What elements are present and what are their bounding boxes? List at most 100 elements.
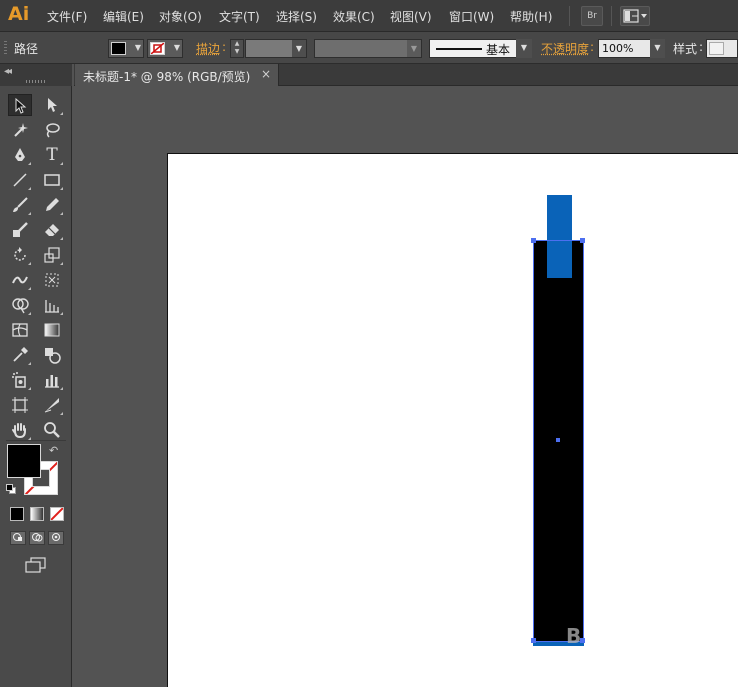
brush-definition-dropdown[interactable]: 基本 ▼	[429, 39, 532, 58]
symbol-sprayer-tool[interactable]	[8, 369, 32, 391]
menu-edit[interactable]: 编辑(E)	[103, 8, 144, 25]
blend-tool[interactable]	[40, 344, 64, 366]
none-mode-button[interactable]	[50, 507, 64, 521]
menu-type[interactable]: 文字(T)	[219, 8, 260, 25]
opacity-field[interactable]: 100% ▼	[598, 39, 665, 58]
none-slash-icon	[51, 508, 63, 520]
column-graph-tool[interactable]	[40, 369, 64, 391]
collapse-icon[interactable]: ◂◂	[4, 66, 12, 77]
selection-tool[interactable]	[8, 94, 32, 116]
anchor-point-top-right[interactable]	[580, 238, 585, 243]
perspective-grid-tool[interactable]	[40, 294, 64, 316]
artboard[interactable]	[167, 153, 738, 687]
style-label: 样式	[673, 42, 698, 56]
slice-icon	[44, 398, 59, 413]
menu-separator	[611, 6, 612, 26]
fill-swatch	[111, 42, 126, 55]
zoom-tool[interactable]	[40, 419, 64, 441]
bridge-button[interactable]: Br	[581, 6, 603, 26]
menu-file[interactable]: 文件(F)	[47, 8, 87, 25]
chevron-down-icon: ▼	[407, 40, 421, 57]
symbol-sprayer-icon	[12, 372, 26, 388]
fill-color-dropdown[interactable]: ▼	[108, 39, 144, 58]
eyedropper-tool[interactable]	[8, 344, 32, 366]
slice-tool[interactable]	[40, 394, 64, 416]
color-mode-button[interactable]	[10, 507, 24, 521]
eraser-tool[interactable]	[40, 219, 64, 241]
fill-color-box[interactable]	[7, 444, 41, 478]
eraser-icon	[45, 224, 59, 236]
blend-icon	[45, 348, 61, 364]
paintbrush-tool[interactable]	[8, 194, 32, 216]
menu-effect[interactable]: 效果(C)	[333, 8, 375, 25]
pen-tool[interactable]	[8, 144, 32, 166]
stroke-color-dropdown[interactable]: ▼	[147, 39, 183, 58]
opacity-dropdown-arrow[interactable]: ▼	[650, 39, 665, 58]
draw-behind-button[interactable]	[29, 531, 45, 545]
stroke-colon: :	[222, 40, 227, 54]
line-segment-tool[interactable]	[8, 169, 32, 191]
stroke-panel-link[interactable]: 描边	[196, 40, 220, 57]
opacity-value: 100%	[602, 42, 634, 55]
tools-panel-header[interactable]: ◂◂	[0, 64, 72, 86]
menu-help[interactable]: 帮助(H)	[510, 8, 552, 25]
hand-tool[interactable]	[8, 419, 32, 441]
scale-tool[interactable]	[40, 244, 64, 266]
chevron-down-icon: ▼	[173, 43, 180, 52]
magic-wand-tool[interactable]	[8, 119, 32, 141]
shape-builder-tool[interactable]	[8, 294, 32, 316]
default-fill-stroke-icon[interactable]	[6, 484, 16, 494]
artboard-tool[interactable]	[8, 394, 32, 416]
opacity-panel-link[interactable]: 不透明度	[541, 40, 589, 57]
column-graph-icon	[45, 375, 59, 388]
lasso-tool[interactable]	[40, 119, 64, 141]
variable-width-profile-dropdown[interactable]: ▼	[314, 39, 422, 58]
arrange-documents-button[interactable]	[620, 6, 650, 26]
blob-brush-tool[interactable]	[8, 219, 32, 241]
pencil-tool[interactable]	[40, 194, 64, 216]
menu-object[interactable]: 对象(O)	[159, 8, 202, 25]
swap-fill-stroke-icon[interactable]: ↶	[49, 444, 58, 457]
pencil-icon	[46, 198, 59, 211]
menu-separator	[569, 6, 570, 26]
document-tab[interactable]: 未标题-1* @ 98% (RGB/预览) ×	[75, 64, 279, 86]
graphic-style-dropdown[interactable]	[706, 39, 738, 58]
stroke-weight-stepper[interactable]: ▲ ▼	[230, 39, 244, 58]
rectangle-icon	[44, 174, 60, 186]
draw-normal-button[interactable]	[10, 531, 26, 545]
layout-grid-icon	[623, 9, 647, 23]
stroke-line-preview	[436, 48, 482, 50]
draw-normal-icon	[13, 533, 22, 541]
chevron-down-icon: ▼	[134, 43, 141, 52]
gradient-mode-button[interactable]	[30, 507, 44, 521]
lasso-icon	[46, 123, 60, 138]
anchor-point-top-left[interactable]	[531, 238, 536, 243]
brush-dropdown-arrow[interactable]: ▼	[516, 39, 532, 58]
stroke-weight-dropdown[interactable]: ▼	[245, 39, 307, 58]
draw-inside-button[interactable]	[48, 531, 64, 545]
opacity-colon: :	[590, 40, 595, 54]
chevron-down-icon: ▼	[516, 39, 532, 56]
panel-grip[interactable]	[4, 41, 7, 55]
chevron-down-icon: ▼	[650, 39, 665, 56]
anchor-point-bottom-left[interactable]	[531, 638, 536, 643]
draw-inside-icon	[52, 533, 60, 541]
rotate-tool[interactable]	[8, 244, 32, 266]
rectangle-tool[interactable]	[40, 169, 64, 191]
menu-view[interactable]: 视图(V)	[390, 8, 432, 25]
width-tool[interactable]	[8, 269, 32, 291]
direct-selection-tool[interactable]	[40, 94, 64, 116]
scale-icon	[44, 247, 60, 263]
mesh-tool[interactable]	[8, 319, 32, 341]
menu-window[interactable]: 窗口(W)	[449, 8, 494, 25]
gradient-tool[interactable]	[40, 319, 64, 341]
brush-name: 基本	[486, 43, 511, 57]
free-transform-tool[interactable]	[40, 269, 64, 291]
type-tool[interactable]: T	[40, 144, 64, 166]
style-colon: :	[699, 40, 704, 54]
panel-grip[interactable]	[26, 80, 46, 83]
close-tab-icon[interactable]: ×	[261, 67, 271, 81]
line-segment-icon	[13, 173, 27, 187]
change-screen-mode-button[interactable]	[25, 557, 46, 573]
menu-select[interactable]: 选择(S)	[276, 8, 317, 25]
